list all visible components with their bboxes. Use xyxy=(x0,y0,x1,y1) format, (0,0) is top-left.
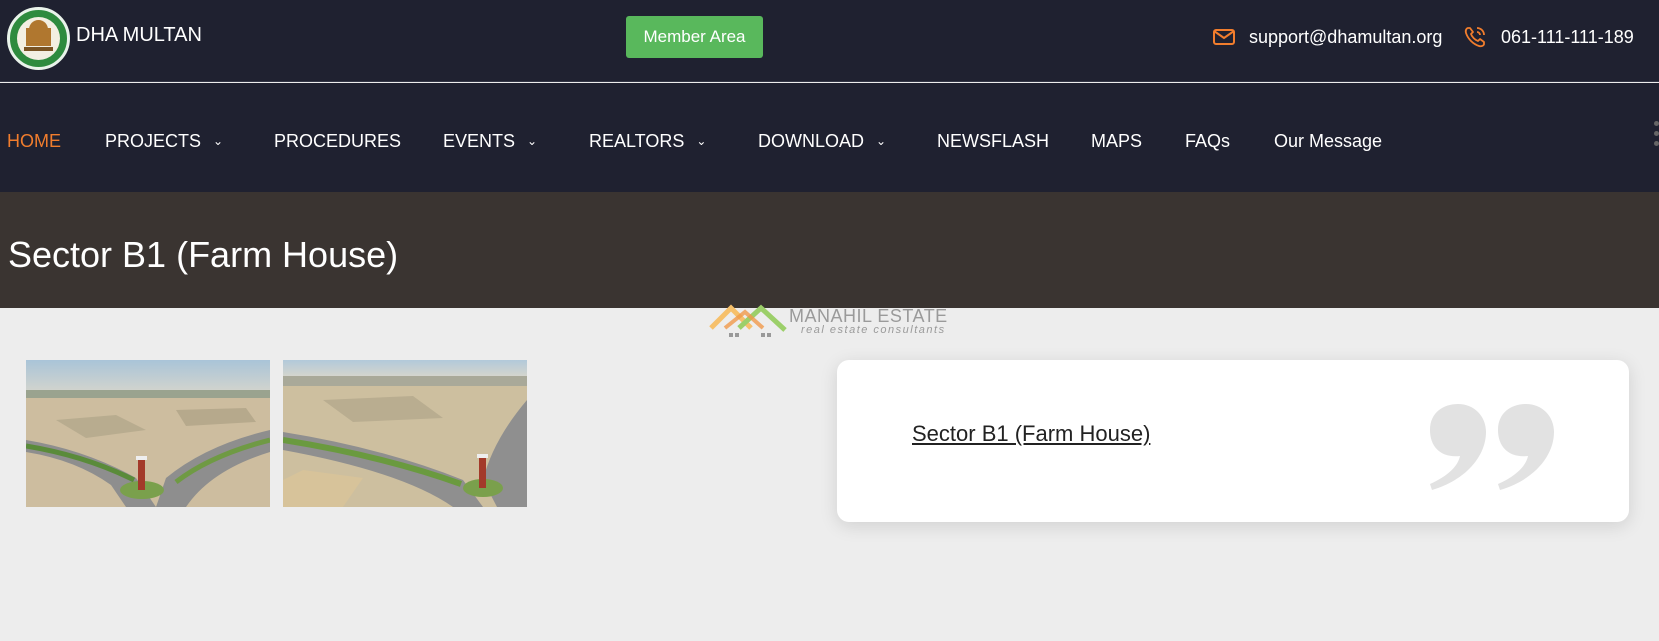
sector-b1-link[interactable]: Sector B1 (Farm House) xyxy=(912,421,1150,447)
nav-maps[interactable]: MAPS xyxy=(1091,130,1142,152)
top-bar: DHA MULTAN Member Area support@dhamultan… xyxy=(0,0,1659,82)
nav-faqs[interactable]: FAQs xyxy=(1185,130,1230,152)
nav-projects[interactable]: PROJECTS ⌄ xyxy=(105,130,223,152)
nav-newsflash[interactable]: NEWSFLASH xyxy=(937,130,1049,152)
aerial-photo-2[interactable] xyxy=(283,360,527,507)
vertical-dots-icon[interactable] xyxy=(1654,121,1659,151)
phone-contact[interactable]: 061-111-111-189 xyxy=(1463,24,1634,50)
quote-card: Sector B1 (Farm House) xyxy=(837,360,1629,522)
house-logo-icon xyxy=(709,304,787,337)
nav-our-message[interactable]: Our Message xyxy=(1274,130,1382,152)
manahil-estate-watermark: MANAHIL ESTATE real estate consultants xyxy=(709,300,954,340)
envelope-icon xyxy=(1213,29,1235,45)
dha-logo[interactable] xyxy=(7,7,70,70)
nav-download[interactable]: DOWNLOAD ⌄ xyxy=(758,130,886,152)
nav-events[interactable]: EVENTS ⌄ xyxy=(443,130,537,152)
email-contact[interactable]: support@dhamultan.org xyxy=(1213,24,1442,50)
phone-text[interactable]: 061-111-111-189 xyxy=(1501,27,1634,48)
chevron-down-icon: ⌄ xyxy=(213,134,224,148)
main-nav: HOME PROJECTS ⌄ PROCEDURES EVENTS ⌄ REALTO… xyxy=(0,83,1659,192)
member-area-button[interactable]: Member Area xyxy=(626,16,763,58)
brand-name[interactable]: DHA MULTAN xyxy=(76,24,202,47)
chevron-down-icon: ⌄ xyxy=(876,134,887,148)
chevron-down-icon: ⌄ xyxy=(696,134,707,148)
chevron-down-icon: ⌄ xyxy=(527,134,538,148)
nav-realtors[interactable]: REALTORS ⌄ xyxy=(589,130,706,152)
quote-icon xyxy=(1430,404,1554,490)
nav-home[interactable]: HOME xyxy=(7,130,61,152)
page-title-band: Sector B1 (Farm House) xyxy=(0,192,1659,308)
nav-procedures[interactable]: PROCEDURES xyxy=(274,130,401,152)
phone-icon xyxy=(1464,27,1485,48)
aerial-photo-1[interactable] xyxy=(26,360,270,507)
email-text[interactable]: support@dhamultan.org xyxy=(1249,27,1442,48)
page-title: Sector B1 (Farm House) xyxy=(8,234,399,275)
watermark-subtitle: real estate consultants xyxy=(801,324,946,336)
